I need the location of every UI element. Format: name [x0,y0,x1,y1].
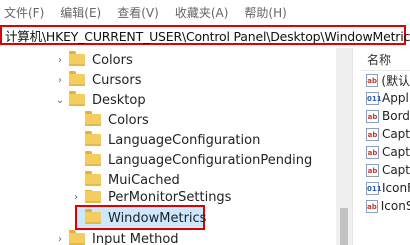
value-name: Capt [381,145,410,159]
tree-item-label: Desktop [92,92,146,108]
menu-file[interactable]: 文件(F) [4,4,44,21]
value-row[interactable]: 011 Appl [361,89,410,107]
tree-item-languageconfiguration[interactable]: LanguageConfiguration [71,130,260,150]
address-bar[interactable]: 计算机\HKEY_CURRENT_USER\Control Panel\Desk… [0,25,410,45]
folder-open-icon [69,91,85,106]
value-row[interactable]: ab IconS [361,197,410,215]
tree-item-label: Input Method [92,231,179,245]
binary-value-icon: 011 [366,91,382,105]
value-row[interactable]: ab Capt [361,161,410,179]
binary-value-icon: 011 [366,181,382,195]
tree-item-languageconfigurationpending[interactable]: LanguageConfigurationPending [71,150,312,170]
tree-item-muicached[interactable]: MuiCached [71,170,180,190]
address-path: 计算机\HKEY_CURRENT_USER\Control Panel\Desk… [5,28,410,44]
pane-splitter[interactable] [352,48,361,245]
value-name: Capt [381,127,410,141]
string-value-icon: ab [366,163,379,177]
value-row[interactable]: ab Bord [361,107,410,125]
folder-icon [85,171,101,186]
tree-item-label: PerMonitorSettings [108,190,232,204]
string-value-icon: ab [366,145,379,159]
menu-favorites[interactable]: 收藏夹(A) [175,4,229,21]
folder-icon [85,131,101,146]
folder-icon [69,230,85,245]
menu-view[interactable]: 查看(V) [117,4,159,21]
tree-item-input-method[interactable]: › Input Method [55,229,179,245]
value-name: Capt [381,163,410,177]
menu-bar: 文件(F) 编辑(E) 查看(V) 收藏夹(A) 帮助(H) [0,0,410,24]
tree-item-label: LanguageConfiguration [108,132,261,148]
value-name: Bord [382,109,410,123]
value-name: IconS [380,199,410,213]
tree-item-cursors[interactable]: › Cursors [55,70,142,90]
chevron-right-icon[interactable]: › [55,75,65,86]
folder-icon [69,71,85,86]
value-name: IconF [382,181,410,195]
chevron-right-icon[interactable]: › [55,55,65,66]
tree-item-colors[interactable]: › Colors [55,50,133,70]
folder-icon [85,151,101,166]
folder-icon [85,209,101,224]
value-row[interactable]: ab Capt [361,125,410,143]
menu-edit[interactable]: 编辑(E) [60,4,101,21]
values-pane: 名称 ab (默认 011 Appl ab Bord ab Capt ab Ca… [361,48,410,245]
tree-item-label: Colors [108,112,149,128]
tree-item-label: LanguageConfigurationPending [108,152,313,168]
folder-icon [85,190,101,203]
string-value-icon: ab [366,127,379,141]
value-row[interactable]: ab Capt [361,143,410,161]
tree-item-desktop[interactable]: ⌄ Desktop [55,90,146,110]
tree-item-permonitorsettings[interactable]: › PerMonitorSettings [71,190,231,204]
string-value-icon: ab [366,109,379,123]
tree-item-windowmetrics[interactable]: WindowMetrics [71,208,206,228]
value-name: Appl [382,91,409,105]
value-name: (默认 [381,73,410,88]
tree-item-desktop-colors[interactable]: Colors [71,110,149,130]
scrollbar-thumb[interactable] [340,208,348,245]
chevron-right-icon[interactable]: › [55,234,65,245]
value-row[interactable]: ab (默认 [361,71,410,89]
chevron-down-icon[interactable]: ⌄ [55,95,65,106]
tree-item-label: Colors [92,52,133,68]
tree-item-label: MuiCached [108,172,180,188]
string-value-icon: ab [366,73,379,87]
string-value-icon: ab [366,199,378,213]
key-tree: › Colors › Cursors ⌄ Desktop Colors Lang… [0,48,352,245]
tree-item-label: WindowMetrics [108,210,207,226]
name-column-header[interactable]: 名称 [361,48,410,71]
folder-icon [69,51,85,66]
tree-item-label: Cursors [92,72,142,88]
tree-scrollbar[interactable] [336,48,352,245]
value-row[interactable]: 011 IconF [361,179,410,197]
menu-help[interactable]: 帮助(H) [244,4,286,21]
chevron-right-icon[interactable]: › [71,192,81,203]
folder-icon [85,111,101,126]
